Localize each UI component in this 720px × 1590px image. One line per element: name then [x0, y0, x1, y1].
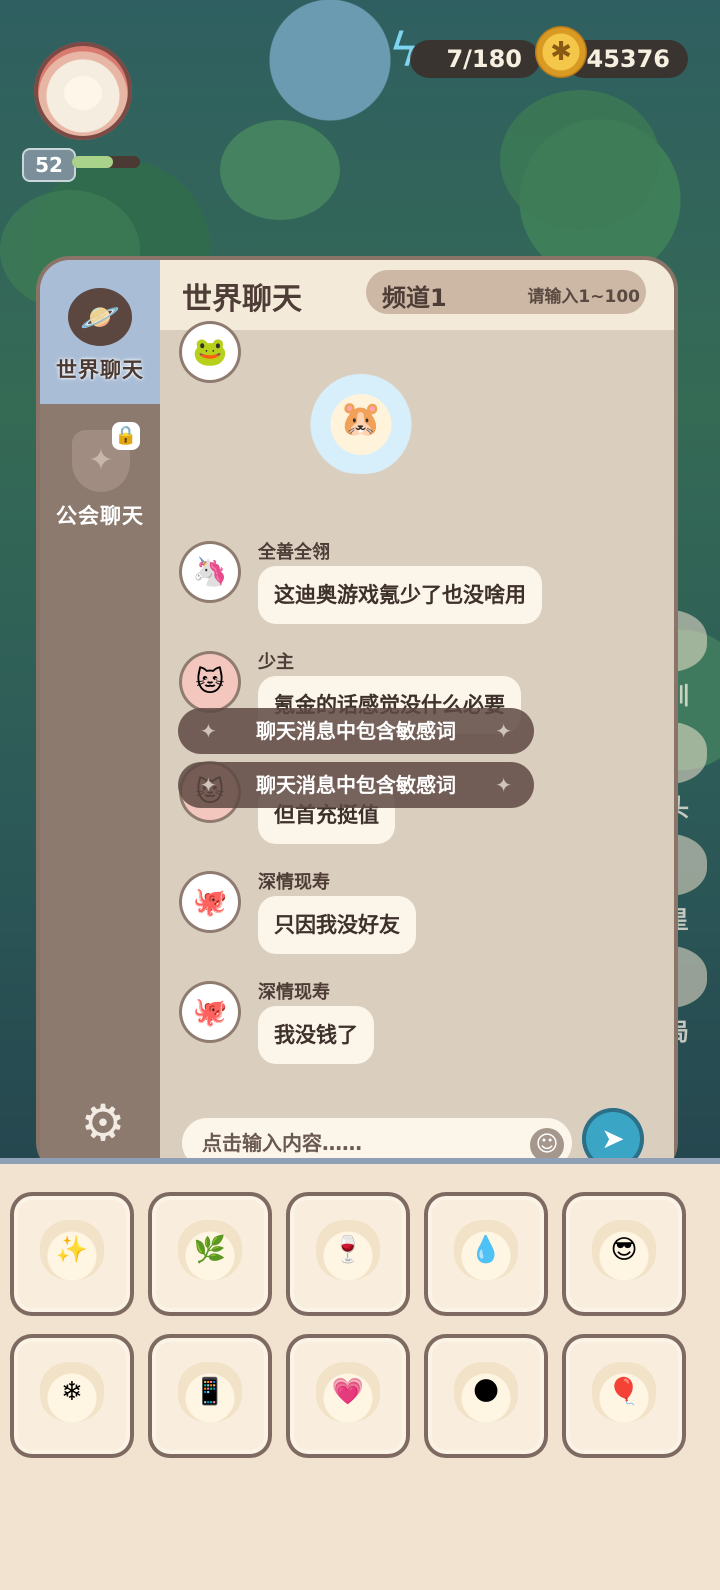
blush-sticker[interactable]: 💗	[286, 1334, 410, 1458]
tab-guild-chat[interactable]: ✦ 🔒 公会聊天	[40, 404, 160, 544]
sensitive-word-toast: ✦ 聊天消息中包含敏感词 ✦	[178, 762, 534, 808]
planet-icon: 🪐	[68, 288, 132, 346]
sparkle-icon: ✦	[495, 719, 512, 743]
shiver-sticker[interactable]: ❄	[10, 1334, 134, 1458]
sensitive-word-toast: ✦ 聊天消息中包含敏感词 ✦	[178, 708, 534, 754]
avatar[interactable]: 🦄	[182, 544, 238, 600]
tree-decoration	[500, 90, 660, 230]
tab-world-chat[interactable]: 🪐 世界聊天	[40, 260, 160, 404]
cheer-sticker[interactable]: ✨	[10, 1192, 134, 1316]
sparkle-icon: ✦	[200, 719, 217, 743]
level-badge: 52	[22, 148, 76, 182]
cry-sticker[interactable]: 💧	[424, 1192, 548, 1316]
sparkle-icon: ✦	[200, 773, 217, 797]
juggle-sticker[interactable]: 🎈	[562, 1334, 686, 1458]
frog-cry-sticker[interactable]: 🐹	[296, 364, 426, 474]
chat-header: 世界聊天 频道1 请输入1~100	[160, 260, 674, 330]
channel-selector[interactable]: 频道1 请输入1~100	[366, 270, 646, 314]
emoji-icon[interactable]: ☺	[530, 1128, 564, 1162]
channel-hint: 请输入1~100	[527, 287, 640, 307]
tree-decoration	[220, 120, 340, 220]
energy-counter[interactable]: 7/180	[410, 40, 540, 78]
coin-icon: ✱	[535, 26, 587, 78]
player-avatar[interactable]	[34, 42, 132, 140]
avatar[interactable]: 🐙	[182, 874, 238, 930]
level-progress-bar	[72, 156, 140, 168]
wine-sticker[interactable]: 🍷	[286, 1192, 410, 1316]
lock-icon: 🔒	[112, 422, 140, 450]
message-bubble: 只因我没好友	[258, 896, 416, 954]
sticker-picker: ✨ 🌿 🍷 💧 😎 ❄ 📱 💗 🌑 🎈	[0, 1158, 720, 1590]
message-bubble: 我没钱了	[258, 1006, 374, 1064]
sparkle-icon: ✦	[495, 773, 512, 797]
avatar[interactable]: 🐸	[182, 324, 238, 380]
chat-title: 世界聊天	[182, 282, 302, 317]
sunglasses-sticker[interactable]: 😎	[562, 1192, 686, 1316]
settings-gear-icon[interactable]: ⚙	[78, 1098, 128, 1148]
message-bubble: 这迪奥游戏氪少了也没啥用	[258, 566, 542, 624]
dark-sticker[interactable]: 🌑	[424, 1334, 548, 1458]
chat-tab-column: 🪐 世界聊天 ✦ 🔒 公会聊天 ⚙	[40, 260, 160, 1176]
avatar[interactable]: 🐱	[182, 654, 238, 710]
avatar[interactable]: 🐙	[182, 984, 238, 1040]
phone-sticker[interactable]: 📱	[148, 1334, 272, 1458]
channel-name: 频道1	[382, 284, 447, 312]
branch-sticker[interactable]: 🌿	[148, 1192, 272, 1316]
